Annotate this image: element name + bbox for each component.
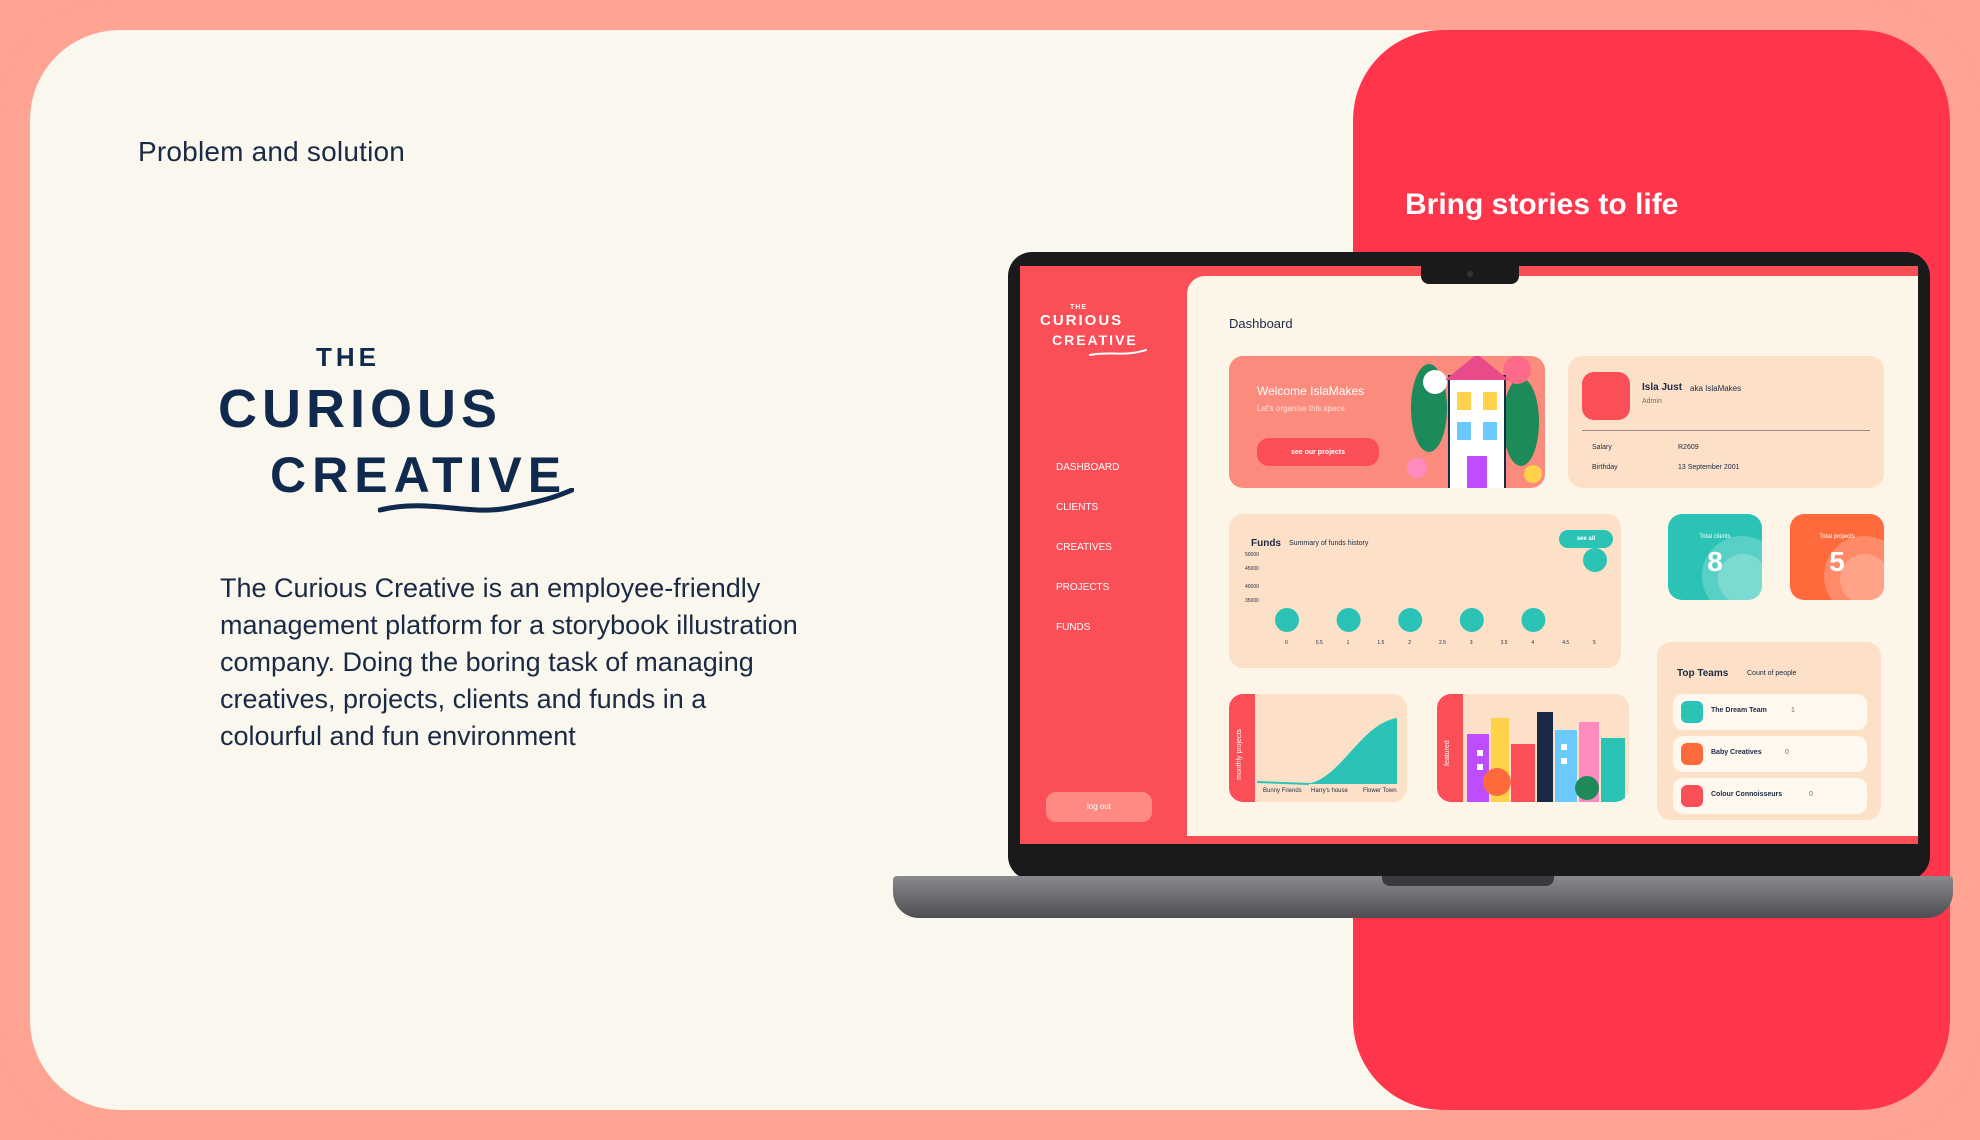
logo-curious: CURIOUS	[218, 379, 503, 439]
funds-x-tick: 4	[1531, 640, 1534, 646]
monthly-projects-card: monthly projects Bunny Friends Harry's h…	[1229, 694, 1407, 802]
salary-label: Salary	[1592, 444, 1612, 451]
monthly-category-label: Flower Town	[1363, 788, 1397, 794]
app-logo-the: THE	[1070, 304, 1087, 311]
birthday-label: Birthday	[1592, 464, 1618, 471]
dashboard-main: Dashboard Welcome IslaMakes Let's organi…	[1187, 276, 1918, 836]
total-projects-label: Total projects	[1819, 534, 1855, 540]
team-count: 1	[1791, 707, 1795, 714]
funds-point[interactable]	[1521, 608, 1546, 632]
section-title: Problem and solution	[138, 136, 406, 167]
funds-x-tick: 2.5	[1439, 640, 1446, 646]
team-count: 0	[1809, 791, 1813, 798]
city-illustration-icon	[1467, 712, 1625, 802]
sidebar-item-creatives[interactable]: CREATIVES	[1056, 542, 1119, 553]
funds-x-tick: 2	[1408, 640, 1411, 646]
logout-button[interactable]: log out	[1046, 792, 1152, 822]
featured-tab: featured	[1437, 694, 1463, 802]
funds-x-tick: 0.5	[1316, 640, 1323, 646]
profile-role: Admin	[1642, 398, 1662, 405]
funds-card: 50000 45000 40000 35000 0 0.5 1 1.5 2 2.5 3 3.5 4 4.5…	[1229, 514, 1621, 668]
monthly-category-label: Bunny Friends	[1263, 788, 1302, 794]
team-color-swatch	[1681, 743, 1703, 765]
featured-label: featured	[1444, 740, 1451, 766]
total-clients-label: Total clients	[1699, 534, 1731, 540]
funds-point[interactable]	[1583, 548, 1607, 572]
see-all-button[interactable]: see all	[1559, 530, 1613, 548]
tagline: Bring stories to life	[1405, 188, 1679, 221]
top-teams-subtitle: Count of people	[1747, 670, 1797, 677]
page-title: Dashboard	[1229, 316, 1293, 331]
app-logo-curious: CURIOUS	[1040, 312, 1124, 329]
app-logo-creative: CREATIVE	[1052, 332, 1138, 348]
brand-logo: THE CURIOUS CREATIVE	[218, 342, 578, 522]
funds-y-tick: 35000	[1245, 598, 1259, 604]
team-count: 0	[1785, 749, 1789, 756]
team-row[interactable]: Baby Creatives 0	[1673, 736, 1867, 772]
slide-frame: Problem and solution Bring stories to li…	[0, 0, 1980, 1140]
team-name: Colour Connoisseurs	[1711, 791, 1783, 798]
funds-y-tick: 45000	[1245, 566, 1259, 572]
funds-x-tick: 3	[1470, 640, 1473, 646]
camera-notch	[1421, 266, 1519, 284]
app-logo-swoosh-icon	[1089, 349, 1147, 356]
see-projects-button[interactable]: see our projects	[1257, 438, 1379, 466]
featured-card[interactable]: featured	[1437, 694, 1629, 802]
app-screen: THE CURIOUS CREATIVE DASHBOARD CLIENTS C…	[1020, 266, 1918, 844]
funds-x-tick: 1.5	[1377, 640, 1384, 646]
house-illustration-icon	[1407, 356, 1542, 488]
monthly-projects-area-chart	[1256, 718, 1397, 785]
team-color-swatch	[1681, 785, 1703, 807]
team-name: The Dream Team	[1711, 707, 1767, 714]
profile-aka: aka IslaMakes	[1690, 384, 1742, 393]
sidebar-nav: DASHBOARD CLIENTS CREATIVES PROJECTS FUN…	[1056, 462, 1119, 662]
total-clients-card[interactable]: Total clients 8	[1668, 514, 1762, 600]
profile-card: Isla Just aka IslaMakes Admin Salary R26…	[1568, 356, 1884, 488]
total-projects-card[interactable]: Total projects 5	[1790, 514, 1884, 600]
sidebar-item-funds[interactable]: FUNDS	[1056, 622, 1119, 633]
funds-point[interactable]	[1459, 608, 1484, 632]
team-name: Baby Creatives	[1711, 749, 1762, 756]
funds-title: Funds	[1251, 538, 1281, 549]
monthly-category-label: Harry's house	[1311, 788, 1348, 794]
team-row[interactable]: The Dream Team 1	[1673, 694, 1867, 730]
funds-x-tick: 0	[1285, 640, 1288, 646]
welcome-card: Welcome IslaMakes Let's organise this sp…	[1229, 356, 1545, 488]
profile-name: Isla Just	[1642, 382, 1683, 393]
sidebar-item-clients[interactable]: CLIENTS	[1056, 502, 1119, 513]
funds-x-tick: 5	[1593, 640, 1596, 646]
birthday-value: 13 September 2001	[1678, 464, 1740, 471]
avatar	[1582, 372, 1630, 420]
logo-the: THE	[316, 342, 380, 372]
sidebar-item-projects[interactable]: PROJECTS	[1056, 582, 1119, 593]
total-projects-value: 5	[1829, 546, 1845, 577]
funds-x-tick: 4.5	[1562, 640, 1569, 646]
funds-x-tick: 1	[1347, 640, 1350, 646]
funds-y-tick: 50000	[1245, 552, 1259, 558]
funds-y-tick: 40000	[1245, 584, 1259, 590]
logo-swoosh-icon	[378, 488, 574, 513]
funds-point[interactable]	[1336, 608, 1361, 632]
welcome-subtitle: Let's organise this space	[1257, 404, 1345, 413]
product-description: The Curious Creative is an employee-frie…	[220, 573, 798, 751]
welcome-title: Welcome IslaMakes	[1257, 384, 1365, 398]
top-teams-card: Top Teams Count of people The Dream Team…	[1657, 642, 1881, 820]
total-clients-value: 8	[1707, 546, 1723, 577]
monthly-projects-tab: monthly projects	[1229, 694, 1255, 802]
team-row[interactable]: Colour Connoisseurs 0	[1673, 778, 1867, 814]
profile-divider	[1582, 430, 1870, 431]
funds-point[interactable]	[1398, 608, 1423, 632]
funds-x-tick: 3.5	[1501, 640, 1508, 646]
team-color-swatch	[1681, 701, 1703, 723]
sidebar-item-dashboard[interactable]: DASHBOARD	[1056, 462, 1119, 473]
funds-subtitle: Summary of funds history	[1289, 540, 1369, 547]
funds-point[interactable]	[1275, 608, 1299, 632]
top-teams-title: Top Teams	[1677, 668, 1729, 679]
salary-value: R2609	[1678, 444, 1699, 451]
laptop-hinge	[1382, 876, 1554, 886]
monthly-projects-label: monthly projects	[1236, 729, 1243, 780]
